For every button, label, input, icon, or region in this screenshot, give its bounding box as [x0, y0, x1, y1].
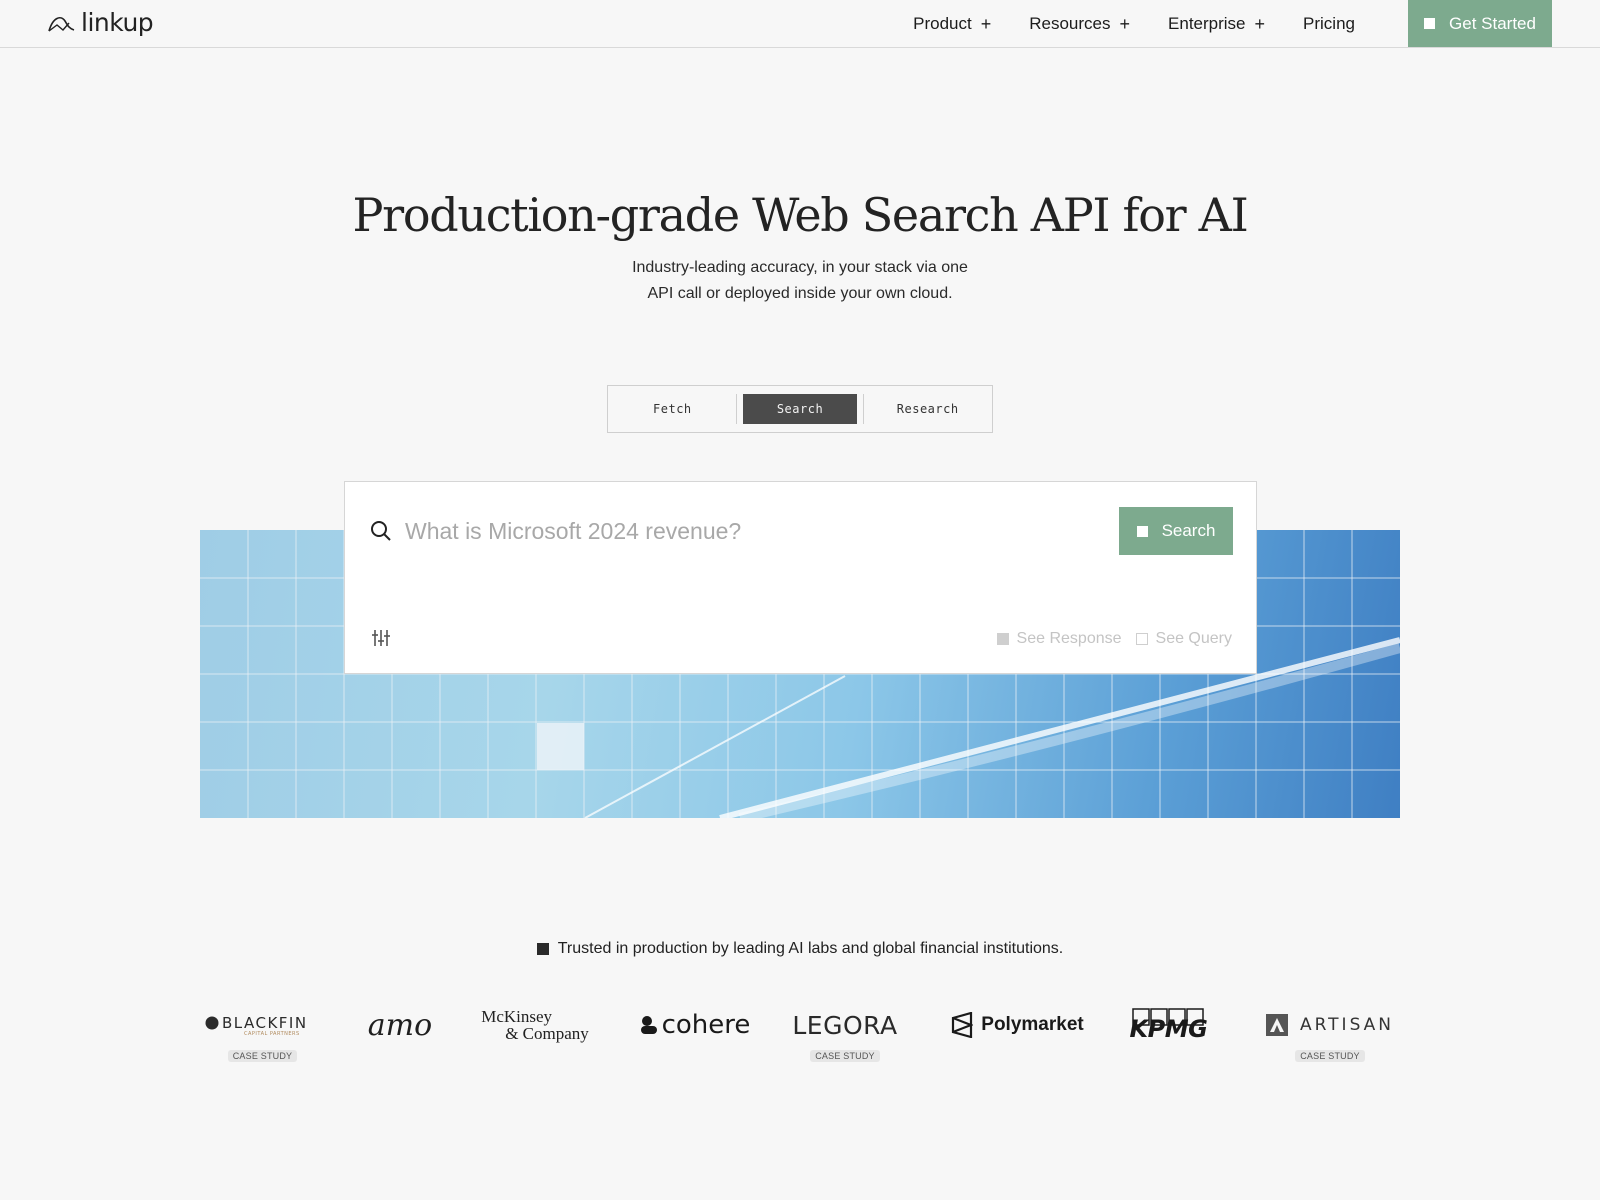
cohere-name: cohere — [661, 1010, 751, 1040]
tab-search[interactable]: Search — [742, 394, 858, 424]
square-icon — [1424, 18, 1436, 29]
filters-icon[interactable] — [371, 628, 391, 648]
kpmg-logo: KPMG — [1128, 1005, 1208, 1045]
see-query-label: See Query — [1155, 630, 1232, 647]
search-input[interactable] — [405, 514, 1085, 548]
nav-pricing[interactable]: Pricing — [1303, 14, 1355, 34]
checkbox-unchecked-icon — [1135, 633, 1148, 645]
output-options: See Response See Query — [996, 630, 1232, 648]
mckinsey-line1: McKinsey — [481, 1007, 553, 1026]
cohere-mark-icon — [640, 1016, 657, 1034]
logo-artisan[interactable]: ARTISAN CASE STUDY — [1260, 1005, 1400, 1065]
logo-legora[interactable]: LEGORA CASE STUDY — [790, 1005, 900, 1065]
square-bullet-icon — [536, 943, 549, 955]
nav-enterprise-label: Enterprise — [1168, 13, 1246, 33]
logo-blackfin[interactable]: BLACKFIN CAPITAL PARTNERS CASE STUDY — [200, 1005, 325, 1065]
hero-subtitle: Industry-leading accuracy, in your stack… — [0, 255, 1600, 307]
hero-subtitle-line-2: API call or deployed inside your own clo… — [647, 285, 953, 302]
blackfin-mark: BLACKFIN CAPITAL PARTNERS — [205, 1014, 308, 1037]
see-response-option[interactable]: See Response — [996, 630, 1122, 648]
artisan-logo: ARTISAN — [1265, 1005, 1395, 1045]
linkup-logo[interactable]: linkup — [47, 8, 154, 37]
artisan-mark-icon — [1265, 1014, 1288, 1036]
blackfin-logo: BLACKFIN CAPITAL PARTNERS — [200, 1005, 325, 1045]
artisan-name: ARTISAN — [1299, 1015, 1395, 1035]
customer-logos: BLACKFIN CAPITAL PARTNERS CASE STUDY amo… — [200, 1005, 1400, 1065]
mode-tabs: Fetch Search Research — [607, 385, 993, 433]
case-study-badge[interactable]: CASE STUDY — [810, 1050, 880, 1062]
nav-enterprise[interactable]: Enterprise + — [1168, 14, 1265, 34]
kpmg-name: KPMG — [1129, 1015, 1208, 1043]
nav-resources[interactable]: Resources + — [1029, 14, 1130, 34]
logo-polymarket[interactable]: Polymarket — [952, 1005, 1084, 1065]
nav-pricing-label: Pricing — [1303, 13, 1355, 33]
trusted-statement: Trusted in production by leading AI labs… — [0, 940, 1600, 958]
search-button-label: Search — [1161, 521, 1216, 540]
tab-divider — [735, 394, 737, 424]
search-icon — [371, 521, 391, 541]
blackfin-name: BLACKFIN — [222, 1014, 308, 1032]
plus-icon: + — [1119, 13, 1131, 34]
logo-amo[interactable]: amo — [365, 1005, 435, 1065]
mckinsey-logo: McKinsey & Company — [481, 1005, 589, 1045]
case-study-badge[interactable]: CASE STUDY — [1295, 1050, 1365, 1062]
trusted-text: Trusted in production by leading AI labs… — [557, 940, 1064, 957]
nav-product[interactable]: Product + — [913, 14, 991, 34]
case-study-badge[interactable]: CASE STUDY — [227, 1050, 298, 1062]
get-started-label: Get Started — [1449, 13, 1536, 33]
logo-text: linkup — [81, 8, 154, 37]
blackfin-sub: CAPITAL PARTNERS — [244, 1031, 300, 1037]
page-title: Production-grade Web Search API for AI — [352, 188, 1249, 242]
see-query-option[interactable]: See Query — [1135, 630, 1232, 648]
legora-logo: LEGORA — [792, 1010, 898, 1040]
nav-product-label: Product — [913, 13, 972, 33]
hero-subtitle-line-1: Industry-leading accuracy, in your stack… — [632, 259, 968, 276]
tab-fetch[interactable]: Fetch — [615, 394, 730, 424]
plus-icon: + — [980, 13, 992, 34]
tab-divider — [863, 394, 865, 424]
top-nav: linkup Product + Resources + Enterprise … — [0, 0, 1600, 48]
get-started-button[interactable]: Get Started — [1408, 0, 1552, 47]
search-card: Search See Response See Query — [344, 481, 1257, 674]
logo-cohere[interactable]: cohere — [640, 1005, 750, 1065]
search-button[interactable]: Search — [1119, 507, 1233, 555]
cohere-logo: cohere — [640, 1005, 751, 1045]
nav-resources-label: Resources — [1029, 13, 1111, 33]
mckinsey-line2: & Company — [505, 1024, 589, 1043]
tab-research[interactable]: Research — [870, 394, 985, 424]
polymarket-logo: Polymarket — [951, 1005, 1084, 1045]
see-response-label: See Response — [1016, 630, 1122, 647]
nav-links: Product + Resources + Enterprise + Prici… — [913, 0, 1355, 47]
plus-icon: + — [1254, 13, 1266, 34]
checkbox-checked-icon — [996, 633, 1009, 645]
logo-mckinsey[interactable]: McKinsey & Company — [475, 1005, 595, 1065]
square-icon — [1136, 525, 1148, 537]
linkup-logo-icon — [48, 16, 75, 32]
amo-logo: amo — [367, 1007, 433, 1043]
polymarket-name: Polymarket — [981, 1014, 1084, 1035]
logo-kpmg[interactable]: KPMG — [1125, 1005, 1210, 1065]
polymarket-mark-icon — [952, 1012, 974, 1038]
